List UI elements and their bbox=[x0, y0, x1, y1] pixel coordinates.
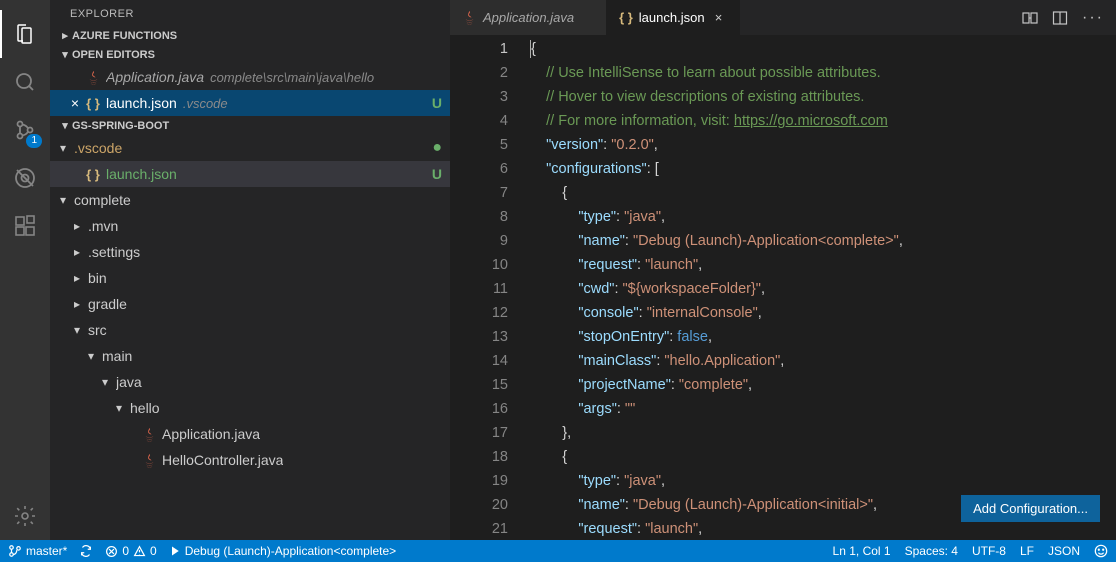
twisty-icon: ▾ bbox=[56, 193, 70, 207]
close-icon[interactable]: × bbox=[66, 95, 84, 111]
status-eol[interactable]: LF bbox=[1020, 544, 1034, 558]
file-desc: .vscode bbox=[183, 96, 228, 111]
status-sync[interactable] bbox=[79, 544, 93, 558]
tree-label: Application.java bbox=[162, 426, 260, 442]
editor-body[interactable]: 123456789101112131415161718192021 { // U… bbox=[450, 35, 1116, 540]
activity-scm[interactable]: 1 bbox=[0, 106, 50, 154]
json-file-icon: { } bbox=[84, 96, 102, 111]
section-open-editors[interactable]: ▾ OPEN EDITORS bbox=[50, 45, 450, 64]
folder-item[interactable]: ▸ .mvn bbox=[50, 213, 450, 239]
twisty-icon: ▸ bbox=[70, 219, 84, 233]
activity-extensions[interactable] bbox=[0, 202, 50, 250]
tree-label: .mvn bbox=[88, 218, 118, 234]
chevron-right-icon: ▸ bbox=[58, 29, 72, 42]
status-feedback-icon[interactable] bbox=[1094, 544, 1108, 558]
twisty-icon: ▾ bbox=[56, 141, 70, 155]
folder-item[interactable]: ▾ complete bbox=[50, 187, 450, 213]
line-gutter: 123456789101112131415161718192021 bbox=[450, 35, 530, 540]
chevron-down-icon: ▾ bbox=[58, 119, 72, 132]
close-icon[interactable]: × bbox=[711, 10, 727, 25]
tree-label: HelloController.java bbox=[162, 452, 283, 468]
status-problems[interactable]: 0 0 bbox=[105, 544, 156, 558]
status-spaces[interactable]: Spaces: 4 bbox=[905, 544, 958, 558]
tab-bar: Application.java { } launch.json × ··· bbox=[450, 0, 1116, 35]
twisty-icon: ▾ bbox=[70, 323, 84, 337]
file-label: Application.java bbox=[106, 69, 204, 85]
tree-label: java bbox=[116, 374, 142, 390]
status-bar: master* 0 0 Debug (Launch)-Application<c… bbox=[0, 540, 1116, 562]
sidebar-title: EXPLORER bbox=[50, 0, 450, 26]
tree-label: src bbox=[88, 322, 107, 338]
chevron-down-icon: ▾ bbox=[58, 48, 72, 61]
section-project[interactable]: ▾ GS-SPRING-BOOT bbox=[50, 116, 450, 135]
more-icon[interactable]: ··· bbox=[1082, 9, 1104, 27]
folder-item[interactable]: ▾ src bbox=[50, 317, 450, 343]
scm-badge: 1 bbox=[26, 134, 42, 148]
split-editor-icon[interactable] bbox=[1052, 10, 1068, 26]
json-file-icon: { } bbox=[619, 10, 633, 25]
tree-label: launch.json bbox=[106, 166, 177, 182]
folder-item[interactable]: ▸ .settings bbox=[50, 239, 450, 265]
status-branch[interactable]: master* bbox=[8, 544, 67, 558]
section-azure[interactable]: ▸ AZURE FUNCTIONS bbox=[50, 26, 450, 45]
vcs-status: U bbox=[432, 166, 442, 182]
folder-item[interactable]: ▾.vscode● bbox=[50, 135, 450, 161]
status-debug-config[interactable]: Debug (Launch)-Application<complete> bbox=[169, 544, 396, 558]
folder-item[interactable]: ▾ main bbox=[50, 343, 450, 369]
folder-item[interactable]: ▸ bin bbox=[50, 265, 450, 291]
editor-tab[interactable]: Application.java bbox=[450, 0, 607, 35]
tab-label: Application.java bbox=[483, 10, 574, 25]
editor-area: Application.java { } launch.json × ··· 1234… bbox=[450, 0, 1116, 540]
file-item[interactable]: { } launch.json U bbox=[50, 161, 450, 187]
vcs-status: U bbox=[432, 95, 442, 111]
folder-item[interactable]: ▾ java bbox=[50, 369, 450, 395]
java-file-icon bbox=[140, 427, 158, 442]
tree-label: gradle bbox=[88, 296, 127, 312]
folder-item[interactable]: ▾ hello bbox=[50, 395, 450, 421]
status-encoding[interactable]: UTF-8 bbox=[972, 544, 1006, 558]
activity-bar: 1 bbox=[0, 0, 50, 540]
folder-item[interactable]: ▸ gradle bbox=[50, 291, 450, 317]
java-file-icon bbox=[140, 453, 158, 468]
twisty-icon: ▸ bbox=[70, 271, 84, 285]
tree-label: .vscode bbox=[74, 140, 122, 156]
twisty-icon: ▾ bbox=[112, 401, 126, 415]
explorer-sidebar: EXPLORER ▸ AZURE FUNCTIONS ▾ OPEN EDITOR… bbox=[50, 0, 450, 540]
java-file-icon bbox=[84, 70, 102, 85]
compare-icon[interactable] bbox=[1022, 10, 1038, 26]
file-item[interactable]: HelloController.java bbox=[50, 447, 450, 473]
file-label: launch.json bbox=[106, 95, 177, 111]
add-configuration-button[interactable]: Add Configuration... bbox=[961, 495, 1100, 522]
file-item[interactable]: Application.java bbox=[50, 421, 450, 447]
twisty-icon: ▾ bbox=[98, 375, 112, 389]
open-editor-item[interactable]: ×{ } launch.json .vscode U bbox=[50, 90, 450, 116]
twisty-icon: ▸ bbox=[70, 297, 84, 311]
activity-debug[interactable] bbox=[0, 154, 50, 202]
tree-label: complete bbox=[74, 192, 131, 208]
activity-explorer[interactable] bbox=[0, 10, 50, 58]
activity-settings[interactable] bbox=[0, 492, 50, 540]
activity-search[interactable] bbox=[0, 58, 50, 106]
tree-label: main bbox=[102, 348, 132, 364]
tree-label: bin bbox=[88, 270, 107, 286]
twisty-icon: ▾ bbox=[84, 349, 98, 363]
tab-label: launch.json bbox=[639, 10, 705, 25]
status-lang[interactable]: JSON bbox=[1048, 544, 1080, 558]
open-editor-item[interactable]: Application.java complete\src\main\java\h… bbox=[50, 64, 450, 90]
tree-label: .settings bbox=[88, 244, 140, 260]
java-file-icon bbox=[462, 10, 477, 25]
json-file-icon: { } bbox=[84, 167, 102, 182]
file-desc: complete\src\main\java\hello bbox=[210, 70, 374, 85]
status-lncol[interactable]: Ln 1, Col 1 bbox=[833, 544, 891, 558]
editor-tab[interactable]: { } launch.json × bbox=[607, 0, 740, 35]
twisty-icon: ▸ bbox=[70, 245, 84, 259]
tree-label: hello bbox=[130, 400, 160, 416]
code-content[interactable]: { // Use IntelliSense to learn about pos… bbox=[530, 35, 1116, 540]
